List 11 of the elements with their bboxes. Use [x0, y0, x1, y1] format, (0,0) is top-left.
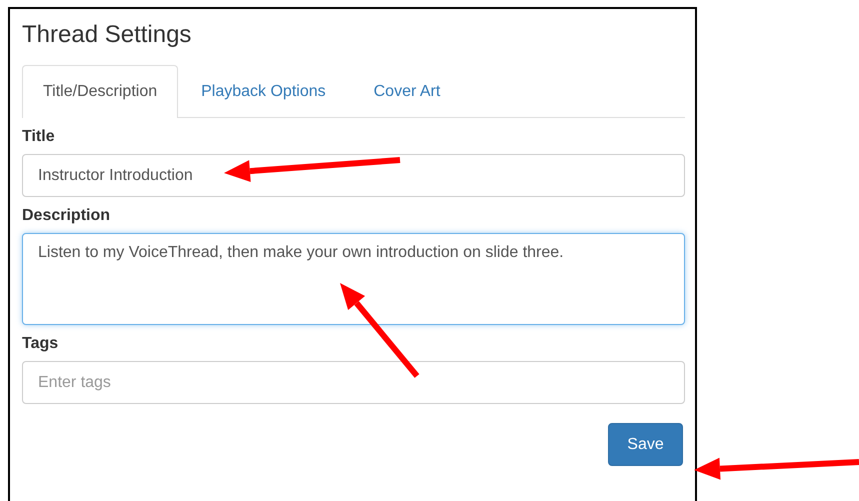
- save-button[interactable]: Save: [608, 423, 683, 466]
- description-field[interactable]: Listen to my VoiceThread, then make your own introduction on slide three.: [22, 233, 685, 325]
- field-label: Description: [22, 206, 112, 226]
- field-label: Tags: [22, 334, 60, 354]
- panel-heading: Thread Settings: [22, 20, 192, 50]
- text-field[interactable]: Enter tags: [22, 361, 685, 404]
- text-field[interactable]: Instructor Introduction: [22, 154, 685, 197]
- tab[interactable]: Title/Description: [22, 65, 178, 118]
- tab[interactable]: Cover Art: [352, 65, 466, 118]
- field-label: Title: [22, 127, 56, 147]
- tab[interactable]: Playback Options: [180, 65, 351, 118]
